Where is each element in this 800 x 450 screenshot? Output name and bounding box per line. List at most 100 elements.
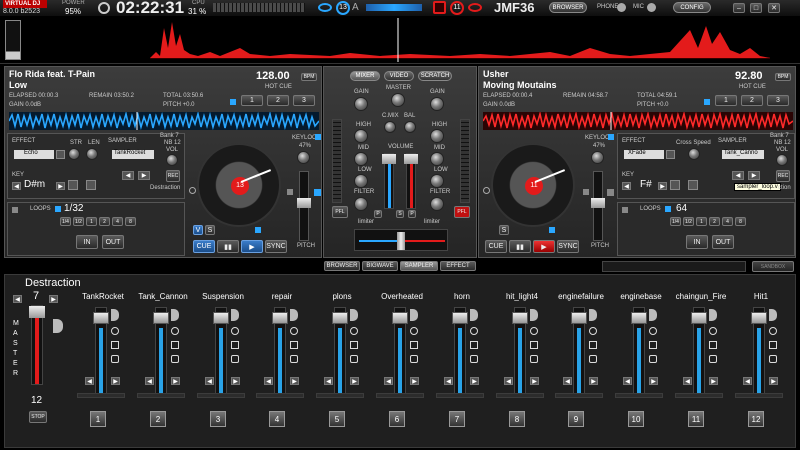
left-lock-icon[interactable] [230, 99, 236, 105]
cmix-knob[interactable] [384, 121, 396, 133]
left-low-knob[interactable] [354, 174, 368, 188]
sampler-prev-arrow[interactable]: ◀ [504, 377, 513, 385]
right-high-knob[interactable] [430, 129, 444, 143]
right-key-lock-icon[interactable] [670, 180, 680, 190]
right-volume-fader[interactable] [404, 153, 418, 209]
right-low-knob[interactable] [430, 174, 444, 188]
right-jog-wheel[interactable]: 11 [491, 143, 575, 227]
right-rec-button[interactable]: REC [776, 170, 790, 182]
right-pitch-lock-icon[interactable] [583, 189, 589, 195]
left-volume-fader[interactable] [382, 153, 396, 209]
speaker-icon[interactable] [470, 309, 478, 321]
sampler-next-arrow[interactable]: ▶ [410, 377, 419, 385]
right-pause-button[interactable]: ▮▮ [509, 240, 531, 253]
sampler-volume-handle[interactable] [631, 312, 647, 324]
right-keylock-icon[interactable] [608, 134, 614, 140]
sampler-pad-button[interactable]: 11 [688, 411, 704, 427]
loop-icon[interactable] [470, 327, 478, 335]
right-pitch-handle[interactable] [591, 198, 605, 208]
sampler-volume-handle[interactable] [213, 312, 229, 324]
trigger-icon[interactable] [290, 341, 298, 349]
search-bar[interactable] [602, 261, 746, 272]
right-sampler-next[interactable]: ▶ [748, 171, 760, 180]
left-gain-knob[interactable] [354, 97, 368, 111]
settings-icon[interactable] [98, 2, 110, 14]
left-loop-size-4[interactable]: 2 [99, 217, 110, 226]
right-lock-icon[interactable] [704, 99, 710, 105]
left-effect-power-icon[interactable] [56, 150, 65, 159]
right-loop-size-3[interactable]: 1 [696, 217, 707, 226]
right-pitch-reset-icon[interactable] [607, 189, 614, 196]
deck-left-number[interactable]: 13 [336, 1, 350, 15]
speaker-icon[interactable] [350, 309, 358, 321]
sampler-volume-handle[interactable] [571, 312, 587, 324]
play-mode-icon[interactable] [350, 355, 358, 363]
sampler-next-arrow[interactable]: ▶ [470, 377, 479, 385]
right-pfl-button[interactable]: PFL [454, 206, 470, 218]
play-mode-icon[interactable] [530, 355, 538, 363]
sandbox-button[interactable]: SANDBOX [752, 261, 794, 272]
speaker-icon[interactable] [410, 309, 418, 321]
left-sampler-vol-knob[interactable] [166, 154, 178, 166]
play-mode-icon[interactable] [290, 355, 298, 363]
right-sampler-select[interactable]: Tank_Canno [722, 150, 764, 159]
sampler-next-arrow[interactable]: ▶ [530, 377, 539, 385]
play-mode-icon[interactable] [410, 355, 418, 363]
left-pfl-button[interactable]: PFL [332, 206, 348, 218]
sampler-next-arrow[interactable]: ▶ [649, 377, 658, 385]
waveform-overview[interactable] [0, 16, 800, 64]
trigger-icon[interactable] [231, 341, 239, 349]
left-key-up[interactable]: ▶ [56, 182, 65, 190]
sampler-volume-fader[interactable] [332, 307, 348, 397]
sampler-volume-fader[interactable] [153, 307, 169, 397]
loop-icon[interactable] [171, 327, 179, 335]
left-len-knob[interactable] [86, 148, 98, 160]
right-hotcue-2[interactable]: 2 [741, 95, 763, 106]
crossfader[interactable] [354, 229, 448, 251]
sampler-volume-fader[interactable] [571, 307, 587, 397]
right-gain-knob[interactable] [430, 97, 444, 111]
loop-icon[interactable] [530, 327, 538, 335]
right-loop-out[interactable]: OUT [712, 235, 734, 249]
trigger-icon[interactable] [709, 341, 717, 349]
config-button[interactable]: CONFIG [673, 2, 711, 13]
sampler-next-arrow[interactable]: ▶ [589, 377, 598, 385]
bal-knob[interactable] [404, 121, 416, 133]
left-loop-size-5[interactable]: 4 [112, 217, 123, 226]
left-loop-in[interactable]: IN [76, 235, 98, 249]
left-key-down[interactable]: ◀ [12, 182, 21, 190]
sampler-pad-button[interactable]: 2 [150, 411, 166, 427]
sampler-bank-prev[interactable]: ◀ [13, 295, 22, 303]
tab-effect[interactable]: EFFECT [440, 261, 476, 271]
left-s-button[interactable]: S [205, 225, 215, 235]
right-loop-size-6[interactable]: 8 [735, 217, 746, 226]
right-hotcue-3[interactable]: 3 [767, 95, 789, 106]
sampler-volume-handle[interactable] [332, 312, 348, 324]
phone-toggle-icon[interactable] [617, 3, 626, 12]
master-speaker-icon[interactable] [53, 319, 63, 333]
left-hotcue-3[interactable]: 3 [293, 95, 315, 106]
left-mid-knob[interactable] [354, 152, 368, 166]
left-sampler-prev[interactable]: ◀ [122, 171, 134, 180]
left-sampler-select[interactable]: TankRocket [112, 150, 154, 159]
sampler-next-arrow[interactable]: ▶ [769, 377, 778, 385]
master-fader-handle[interactable] [29, 306, 45, 318]
loop-icon[interactable] [231, 327, 239, 335]
right-cross-speed-knob[interactable] [688, 148, 700, 160]
sampler-pad-button[interactable]: 12 [748, 411, 764, 427]
trigger-icon[interactable] [769, 341, 777, 349]
tab-browser[interactable]: BROWSER [324, 261, 360, 271]
sampler-stop-button[interactable]: STOP [29, 411, 47, 423]
sampler-pad-button[interactable]: 5 [329, 411, 345, 427]
left-pause-button[interactable]: ▮▮ [217, 240, 239, 253]
left-loop-size-6[interactable]: 8 [125, 217, 136, 226]
eye-icon-right[interactable] [468, 3, 482, 12]
trigger-icon[interactable] [410, 341, 418, 349]
record-icon[interactable] [433, 1, 446, 14]
right-filter-knob[interactable] [430, 197, 444, 211]
play-mode-icon[interactable] [589, 355, 597, 363]
left-pitch-lock-icon[interactable] [287, 189, 293, 195]
crossfader-p-right[interactable]: P [408, 210, 416, 218]
right-bpm-button[interactable]: BPM [775, 73, 791, 81]
right-loop-size-5[interactable]: 4 [722, 217, 733, 226]
